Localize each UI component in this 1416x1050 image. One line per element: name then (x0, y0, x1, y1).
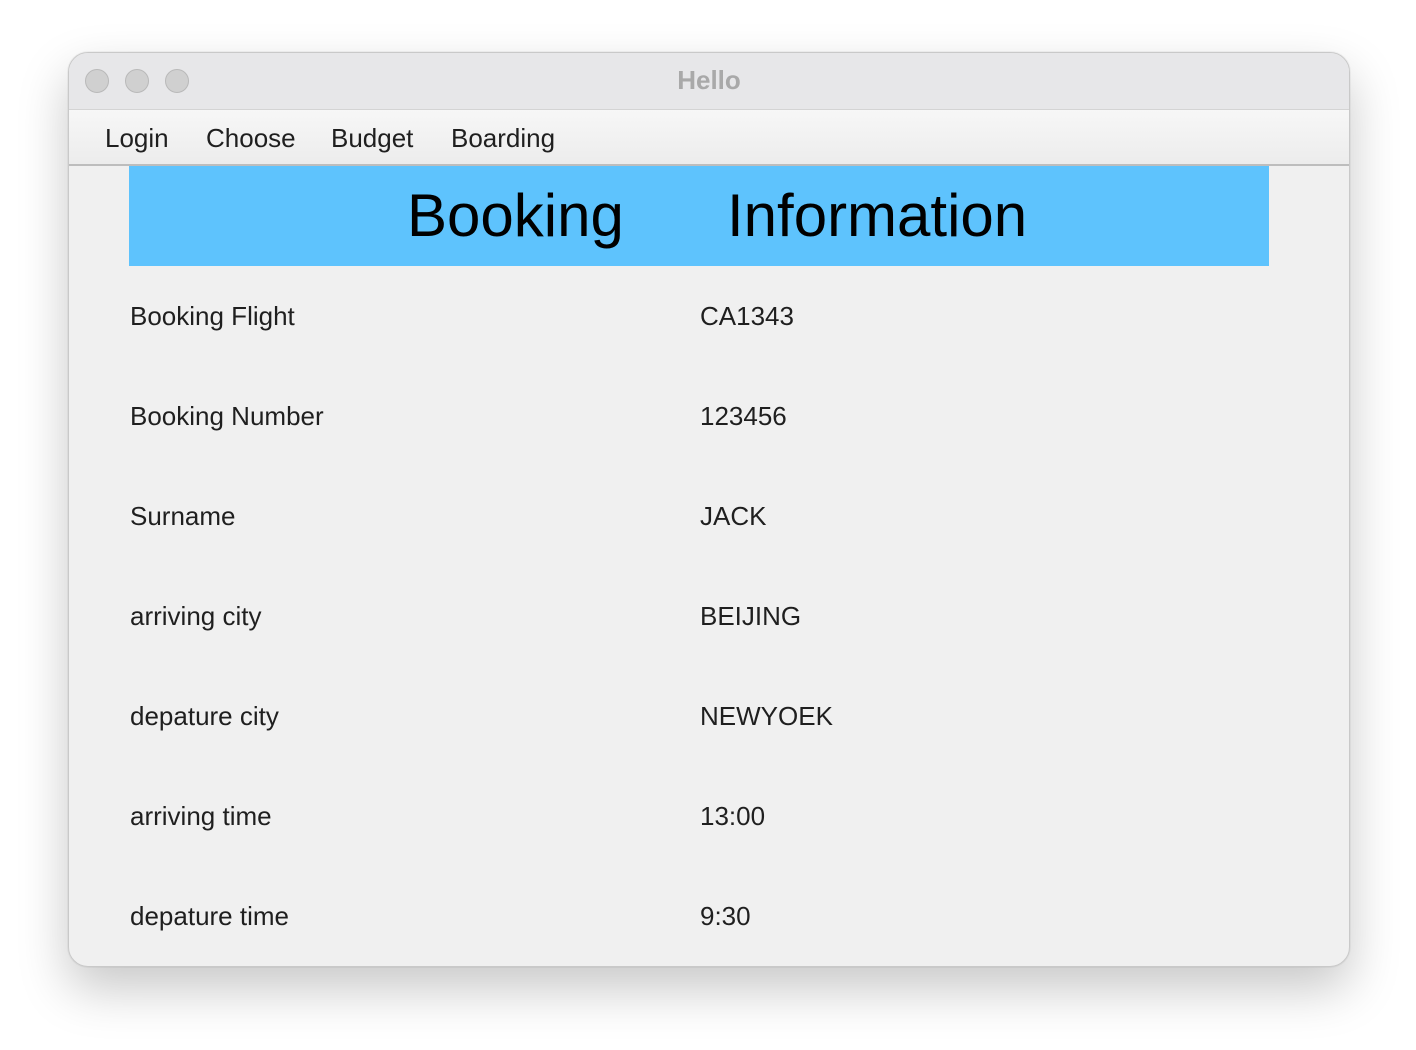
departure-time-label: depature time (130, 901, 289, 931)
departure-time-value: 9:30 (700, 901, 751, 931)
title-bar[interactable]: Hello (69, 53, 1349, 110)
surname-label: Surname (130, 501, 236, 531)
menu-bar: Login Choose Budget Boarding (69, 110, 1349, 166)
booking-flight-value: CA1343 (700, 301, 794, 331)
booking-info-panel: Booking Information Booking Flight CA134… (69, 166, 1349, 966)
window-title: Hello (677, 65, 741, 95)
arriving-city-label: arriving city (130, 601, 262, 631)
menu-item-boarding[interactable]: Boarding (451, 123, 555, 154)
page-title-banner: Booking Information (129, 166, 1269, 266)
arriving-time-label: arriving time (130, 801, 272, 831)
departure-city-value: NEWYOEK (700, 701, 833, 731)
booking-flight-label: Booking Flight (130, 301, 295, 331)
surname-value: JACK (700, 501, 767, 531)
booking-number-value: 123456 (700, 401, 787, 431)
booking-number-label: Booking Number (130, 401, 324, 431)
menu-item-choose[interactable]: Choose (206, 123, 296, 154)
page-title-word-information: Information (727, 182, 1028, 249)
arriving-city-value: BEIJING (700, 601, 802, 631)
departure-city-label: depature city (130, 701, 279, 731)
menu-item-budget[interactable]: Budget (331, 123, 413, 154)
menu-item-login[interactable]: Login (105, 123, 169, 154)
page-title-word-booking: Booking (407, 182, 624, 249)
app-window: Hello Login Choose Budget Boarding Booki… (68, 52, 1350, 967)
arriving-time-value: 13:00 (700, 801, 766, 831)
